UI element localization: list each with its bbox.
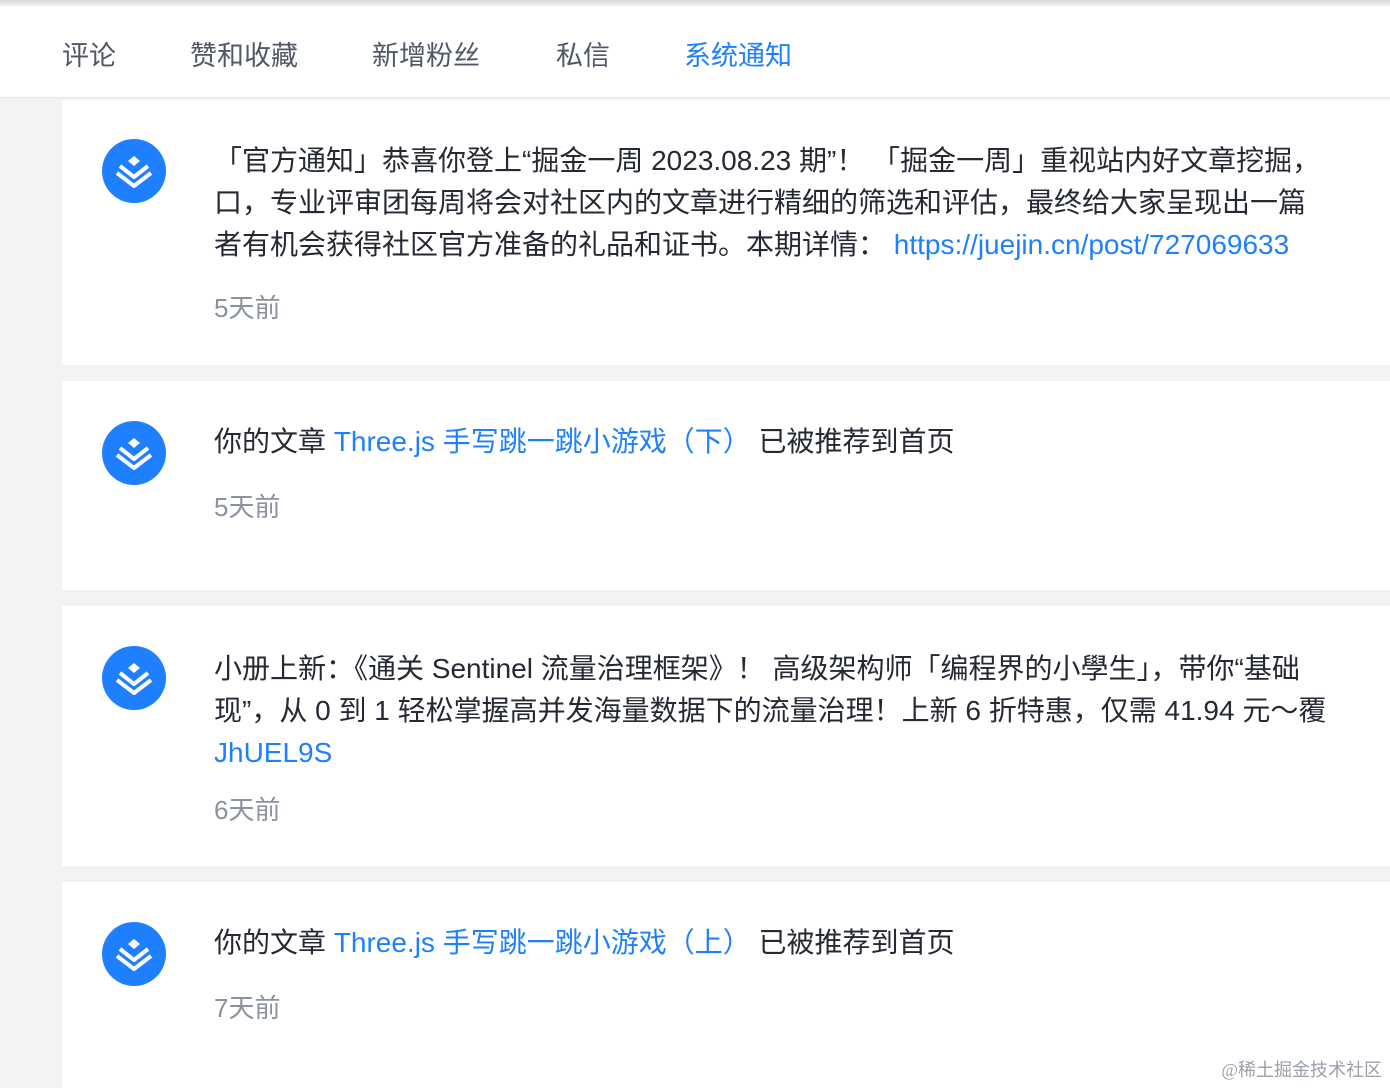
notification-card: 你的文章 Three.js 手写跳一跳小游戏（上） 已被推荐到首页 7天前 (62, 882, 1390, 1088)
juejin-logo-icon[interactable] (102, 646, 166, 710)
notification-message: 你的文章 Three.js 手写跳一跳小游戏（上） 已被推荐到首页 (214, 927, 955, 958)
notification-link[interactable]: https://juejin.cn/post/727069633 (894, 229, 1289, 260)
notification-tabs: 评论 赞和收藏 新增粉丝 私信 系统通知 (0, 6, 1390, 98)
notification-time: 6天前 (214, 795, 281, 825)
juejin-logo-icon[interactable] (102, 421, 166, 485)
tab-new-followers[interactable]: 新增粉丝 (372, 34, 480, 73)
notification-time: 7天前 (214, 993, 281, 1023)
tab-comments[interactable]: 评论 (62, 34, 116, 73)
tab-private-messages[interactable]: 私信 (556, 34, 610, 73)
tab-system-notifications[interactable]: 系统通知 (684, 34, 792, 73)
watermark: @稀土掘金技术社区 (1221, 1060, 1382, 1080)
juejin-logo-icon[interactable] (102, 139, 166, 203)
article-link[interactable]: Three.js 手写跳一跳小游戏（上） (334, 927, 751, 958)
juejin-logo-icon[interactable] (102, 922, 166, 986)
notification-message: 你的文章 Three.js 手写跳一跳小游戏（下） 已被推荐到首页 (214, 426, 955, 457)
notification-card: 你的文章 Three.js 手写跳一跳小游戏（下） 已被推荐到首页 5天前 (62, 381, 1390, 590)
notification-time: 5天前 (214, 293, 281, 323)
notification-message: 小册上新：《通关 Sentinel 流量治理框架》！ 高级架构师「编程界的小學生… (214, 653, 1327, 768)
notification-link[interactable]: JhUEL9S (214, 737, 332, 768)
notification-time: 5天前 (214, 492, 281, 522)
notification-message: 「官方通知」恭喜你登上“掘金一周 2023.08.23 期”！ 「掘金一周」重视… (214, 145, 1321, 260)
notification-card: 小册上新：《通关 Sentinel 流量治理框架》！ 高级架构师「编程界的小學生… (62, 606, 1390, 866)
tab-likes-collections[interactable]: 赞和收藏 (190, 34, 298, 73)
article-link[interactable]: Three.js 手写跳一跳小游戏（下） (334, 426, 751, 457)
notification-card: 「官方通知」恭喜你登上“掘金一周 2023.08.23 期”！ 「掘金一周」重视… (62, 100, 1390, 365)
